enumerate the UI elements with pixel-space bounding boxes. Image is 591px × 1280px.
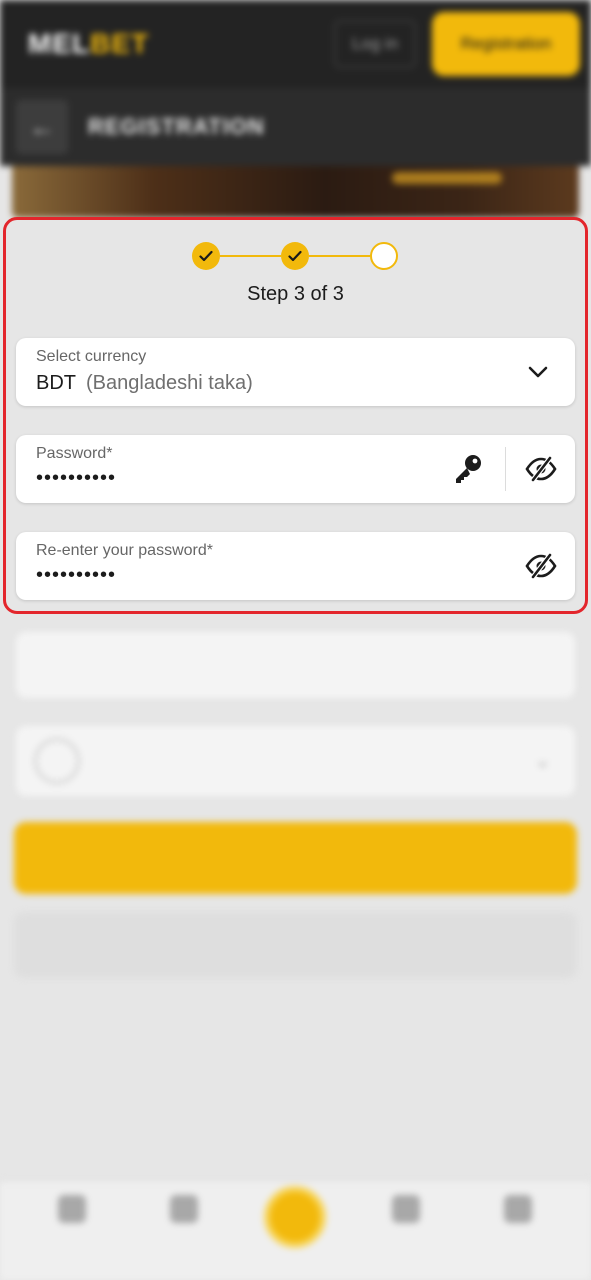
eye-slash-icon[interactable] (521, 449, 561, 489)
stepper-line-2 (309, 255, 370, 257)
nav-center-button[interactable] (264, 1186, 326, 1248)
nav-icon-5 (504, 1195, 532, 1223)
currency-label: Select currency (36, 348, 147, 365)
eye-slash-icon[interactable] (521, 546, 561, 586)
login-button[interactable]: Log in (334, 20, 416, 68)
reenter-password-field[interactable]: Re-enter your password* •••••••••• (16, 532, 575, 600)
registration-stepper (192, 240, 398, 272)
chevron-down-icon: ⌄ (534, 750, 551, 772)
nav-item-5[interactable] (468, 1195, 568, 1235)
nav-item-2[interactable] (134, 1195, 234, 1235)
step-indicator-text: Step 3 of 3 (247, 283, 344, 305)
page-title: REGISTRATION (88, 114, 265, 139)
promo-code-field[interactable] (16, 632, 575, 698)
password-label: Password* (36, 445, 113, 462)
nav-icon-2 (170, 1195, 198, 1223)
step-1-check-icon (192, 242, 220, 270)
back-button[interactable] (14, 912, 577, 978)
password-value: •••••••••• (36, 467, 117, 489)
nav-icon-1 (58, 1195, 86, 1223)
reenter-password-label: Re-enter your password* (36, 542, 213, 559)
stepper-line-1 (220, 255, 281, 257)
back-arrow-icon[interactable]: ← (16, 100, 68, 154)
key-icon[interactable] (448, 449, 488, 489)
nav-icon-4 (392, 1195, 420, 1223)
brand-logo: MELBET (28, 28, 149, 60)
field-divider (505, 447, 506, 491)
currency-select[interactable]: Select currency BDT (Bangladeshi taka) (16, 338, 575, 406)
currency-value: BDT (Bangladeshi taka) (36, 372, 253, 395)
promo-banner (12, 166, 579, 218)
currency-name: (Bangladeshi taka) (86, 372, 253, 394)
bonus-icon (34, 738, 80, 784)
bonus-selector[interactable]: ⌄ (16, 726, 575, 796)
registration-button[interactable]: Registration (432, 12, 580, 76)
nav-item-1[interactable] (22, 1195, 122, 1235)
currency-code: BDT (36, 372, 76, 394)
register-button[interactable] (14, 822, 577, 894)
banner-glow (392, 172, 502, 184)
step-3-current (370, 242, 398, 270)
logo-part-2: BET (90, 28, 150, 59)
reenter-password-value: •••••••••• (36, 564, 117, 586)
step-2-check-icon (281, 242, 309, 270)
chevron-down-icon[interactable] (518, 352, 558, 392)
blurred-background: MELBET Log in Registration ← REGISTRATIO… (0, 0, 591, 1280)
nav-item-4[interactable] (356, 1195, 456, 1235)
password-field[interactable]: Password* •••••••••• (16, 435, 575, 503)
logo-part-1: MEL (28, 28, 91, 59)
